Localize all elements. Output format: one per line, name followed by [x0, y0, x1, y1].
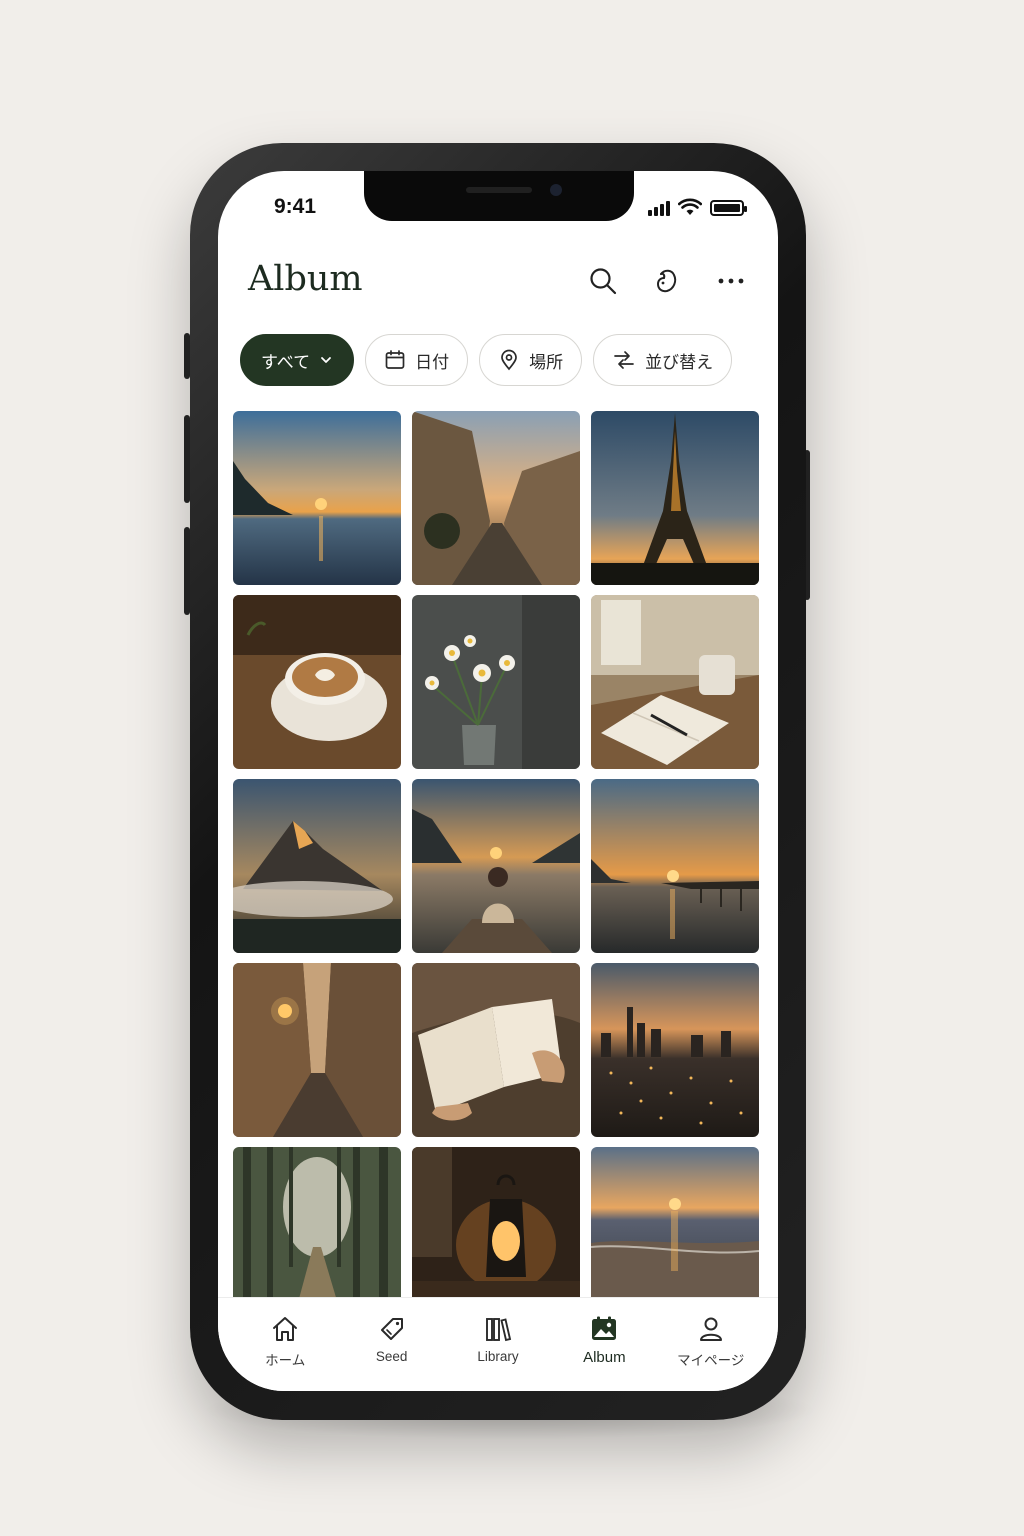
filter-location-chip[interactable]: 場所: [479, 334, 583, 386]
cellular-signal-icon: [648, 200, 670, 216]
filter-all-label: すべて: [261, 352, 311, 373]
bottom-tab-bar: ホーム Seed Library Album マイページ: [218, 1297, 778, 1391]
filter-date-label: 日付: [415, 352, 450, 373]
sort-icon: [614, 351, 634, 369]
battery-icon: [710, 200, 747, 216]
photo-mountain-peak-fog[interactable]: [233, 779, 401, 953]
search-icon: [590, 268, 617, 295]
tab-home[interactable]: ホーム: [237, 1298, 333, 1391]
photo-grid: [233, 411, 760, 1321]
more-options-button[interactable]: [714, 264, 748, 298]
user-icon: [699, 1317, 722, 1341]
filter-all-chip[interactable]: すべて: [240, 334, 355, 386]
tab-library[interactable]: Library: [450, 1298, 546, 1391]
tab-library-label: Library: [477, 1349, 519, 1364]
status-icons: [648, 198, 747, 216]
photo-pier-sunset[interactable]: [591, 779, 759, 953]
tab-seed[interactable]: Seed: [344, 1298, 440, 1391]
photo-latte-art-coffee[interactable]: [233, 595, 401, 769]
photo-city-lights-dusk[interactable]: [591, 963, 759, 1137]
wifi-icon: [678, 198, 702, 215]
seed-icon: [656, 269, 677, 293]
chevron-down-icon: [321, 357, 332, 363]
photo-cobblestone-alley-lamp[interactable]: [233, 963, 401, 1137]
header-actions: [586, 264, 748, 298]
sort-label: 並び替え: [645, 352, 714, 373]
photo-beach-sunset[interactable]: [591, 1147, 759, 1321]
notch: [364, 171, 634, 221]
tab-home-label: ホーム: [265, 1353, 306, 1368]
home-icon: [273, 1317, 298, 1341]
page-title: Album: [248, 259, 363, 299]
photo-misty-forest-path[interactable]: [233, 1147, 401, 1321]
status-time: 9:41: [274, 195, 317, 218]
photo-daisies-in-vase[interactable]: [412, 595, 580, 769]
sort-chip[interactable]: 並び替え: [593, 334, 733, 386]
tab-album-label: Album: [583, 1349, 626, 1366]
photo-european-street-dusk[interactable]: [412, 411, 580, 585]
search-button[interactable]: [586, 264, 620, 298]
photo-open-book-hands[interactable]: [412, 963, 580, 1137]
more-icon: [718, 278, 744, 284]
tab-seed-label: Seed: [375, 1349, 408, 1364]
location-pin-icon: [501, 349, 517, 371]
photo-lake-sunset[interactable]: [233, 411, 401, 585]
library-books-icon: [486, 1318, 512, 1342]
filter-date-chip[interactable]: 日付: [365, 334, 469, 386]
phone-screen: 9:41 Album すべて 日付 場所 並び替え ホーム Seed Libra…: [218, 171, 778, 1391]
calendar-icon: [385, 350, 405, 369]
photo-person-on-dock[interactable]: [412, 779, 580, 953]
tab-mypage-label: マイページ: [677, 1353, 745, 1368]
filter-chips: すべて 日付 場所 並び替え: [240, 334, 733, 386]
photo-notebook-by-window[interactable]: [591, 595, 759, 769]
seed-tag-icon: [380, 1318, 403, 1340]
seed-button[interactable]: [650, 264, 684, 298]
album-photo-icon: [592, 1316, 617, 1340]
tab-mypage[interactable]: マイページ: [663, 1298, 759, 1391]
tab-album[interactable]: Album: [556, 1298, 652, 1391]
photo-lantern-glow[interactable]: [412, 1147, 580, 1321]
photo-eiffel-tower-sunset[interactable]: [591, 411, 759, 585]
filter-location-label: 場所: [529, 352, 564, 373]
